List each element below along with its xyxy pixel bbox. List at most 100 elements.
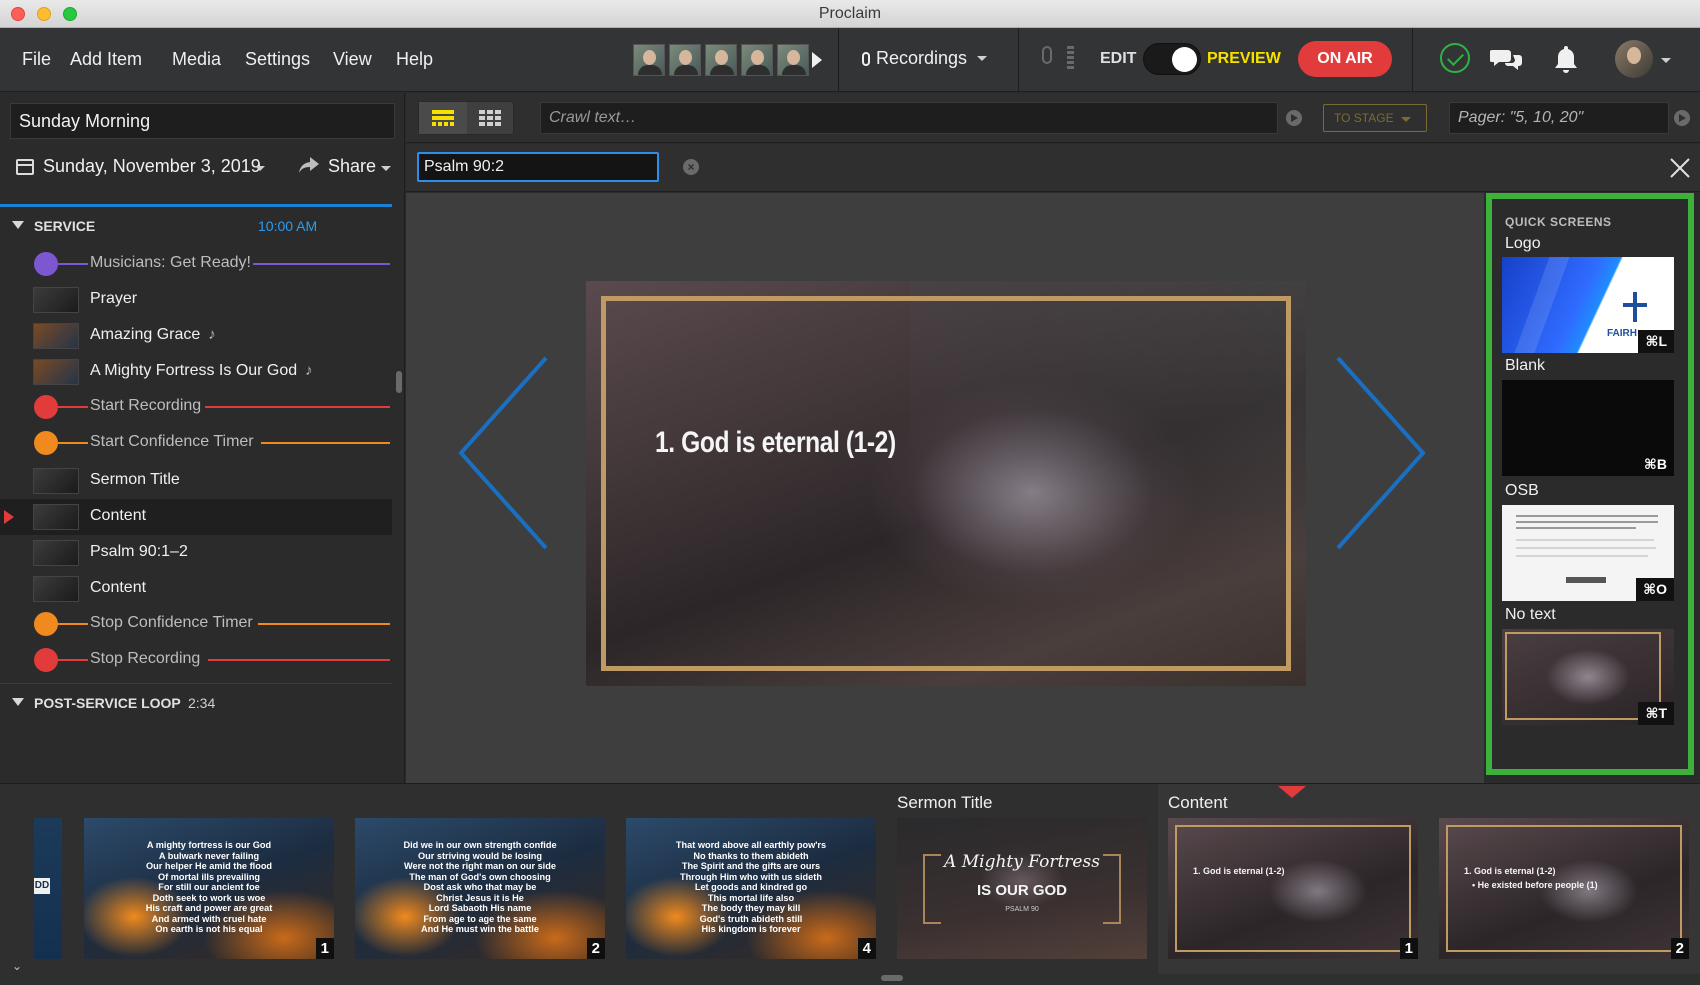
cross-logo-icon (1623, 303, 1647, 307)
remote-team-avatars[interactable] (633, 44, 809, 76)
to-stage-dropdown[interactable]: TO STAGE (1323, 104, 1427, 132)
send-crawl-arrow-icon[interactable] (1286, 110, 1302, 126)
slide-frame (1175, 825, 1411, 952)
preview-view-button[interactable] (419, 102, 467, 134)
share-icon[interactable] (298, 156, 320, 174)
section-header-service[interactable]: SERVICE 10:00 AM (0, 212, 392, 240)
service-item-stop-timer[interactable]: Stop Confidence Timer (0, 606, 392, 642)
service-item-mighty-fortress[interactable]: A Mighty Fortress Is Our God ♪ (0, 354, 392, 390)
play-icon[interactable] (812, 52, 822, 68)
edit-preview-toggle[interactable] (1143, 43, 1201, 75)
slide-thumbnail (33, 323, 79, 349)
osb-text-line (1516, 527, 1636, 529)
service-item-label: Start Recording (90, 397, 202, 414)
team-member-avatar[interactable] (669, 44, 701, 76)
search-input[interactable]: Psalm 90:2 (417, 152, 659, 182)
send-pager-arrow-icon[interactable] (1674, 110, 1690, 126)
presentation-name-field[interactable]: Sunday Morning (10, 103, 395, 139)
music-note-icon: ♪ (305, 362, 313, 379)
close-icon[interactable] (1668, 156, 1692, 180)
toggle-knob (1172, 47, 1197, 72)
filmstrip-resize-handle[interactable] (881, 975, 903, 981)
chevron-down-icon[interactable] (381, 166, 391, 171)
service-item-start-recording[interactable]: Start Recording (0, 389, 392, 425)
collapse-triangle-icon[interactable] (12, 698, 24, 706)
section-title: SERVICE (34, 218, 96, 234)
quick-screen-blank[interactable]: ⌘B (1502, 380, 1674, 476)
collapse-triangle-icon[interactable] (12, 221, 24, 229)
main-toolbar: File Add Item Media Settings View Help R… (0, 28, 1700, 92)
previous-slide-arrow-icon[interactable] (456, 353, 556, 553)
chevron-down-icon[interactable] (1661, 58, 1671, 63)
chat-icon[interactable] (1490, 47, 1522, 71)
chevron-down-icon[interactable] (255, 166, 265, 171)
on-air-button[interactable]: ON AIR (1298, 41, 1392, 77)
pager-input[interactable]: Pager: "5, 10, 20" (1449, 102, 1669, 134)
osb-text-line (1516, 521, 1658, 523)
slide-filmstrip: DD A mighty fortress is our God A bulwar… (0, 783, 1700, 985)
quick-screen-osb[interactable]: ⌘O (1502, 505, 1674, 601)
osb-text-line (1516, 539, 1654, 541)
team-member-avatar[interactable] (777, 44, 809, 76)
microphone-icon[interactable] (1042, 46, 1052, 64)
slide-frame (601, 296, 1291, 671)
service-item-label: Prayer (90, 290, 138, 307)
filmstrip-slide-sermon-title[interactable]: A Mighty Fortress IS OUR GOD PSALM 90 (897, 818, 1147, 959)
menu-media[interactable]: Media (172, 49, 221, 70)
menu-help[interactable]: Help (396, 49, 433, 70)
bell-icon[interactable] (1553, 44, 1579, 74)
toolbar-divider (838, 28, 839, 92)
cross-logo-icon (1633, 292, 1637, 322)
stop-icon (34, 648, 58, 672)
section-header-post-service[interactable]: POST-SERVICE LOOP 2:34 (0, 689, 392, 717)
service-item-content-selected[interactable]: Content (0, 499, 392, 535)
partial-slide-thumbnail[interactable]: DD (34, 818, 62, 959)
share-button[interactable]: Share (328, 156, 376, 177)
next-slide-arrow-icon[interactable] (1328, 353, 1428, 553)
menu-view[interactable]: View (333, 49, 372, 70)
service-item-musicians-cue[interactable]: Musicians: Get Ready! (0, 246, 392, 282)
filmstrip-slide[interactable]: Did we in our own strength confide Our s… (355, 818, 605, 959)
crawl-text-input[interactable]: Crawl text… (540, 102, 1278, 134)
team-member-avatar[interactable] (741, 44, 773, 76)
service-item-content[interactable]: Content (0, 571, 392, 607)
cue-line (261, 442, 390, 444)
service-item-amazing-grace[interactable]: Amazing Grace ♪ (0, 318, 392, 354)
filmstrip-slide-content[interactable]: 1. God is eternal (1-2) • He existed bef… (1439, 818, 1689, 959)
quick-screen-logo[interactable]: FAIRH ⌘L (1502, 257, 1674, 353)
edit-mode-label[interactable]: EDIT (1100, 50, 1136, 68)
service-item-prayer[interactable]: Prayer (0, 282, 392, 318)
calendar-icon[interactable] (16, 159, 34, 175)
search-row: Psalm 90:2 × (406, 144, 1700, 192)
clear-search-icon[interactable]: × (683, 159, 699, 175)
sidebar-scrollbar[interactable] (396, 371, 402, 393)
filmstrip-slide[interactable]: That word above all earthly pow'rs No th… (626, 818, 876, 959)
slide-number: 4 (857, 938, 876, 959)
to-stage-label: TO STAGE (1334, 111, 1394, 125)
user-avatar[interactable] (1615, 40, 1653, 78)
team-member-avatar[interactable] (705, 44, 737, 76)
expand-chevron-icon[interactable]: ⌄ (12, 959, 22, 973)
service-item-start-timer[interactable]: Start Confidence Timer (0, 425, 392, 461)
slide-text: 1. God is eternal (1-2) (655, 426, 896, 459)
service-date[interactable]: Sunday, November 3, 2019 (43, 156, 261, 177)
view-mode-toggle[interactable] (418, 101, 514, 135)
sync-status-check-icon[interactable] (1440, 43, 1470, 73)
section-start-time[interactable]: 10:00 AM (258, 218, 317, 234)
filmstrip-slide[interactable]: A mighty fortress is our God A bulwark n… (84, 818, 334, 959)
service-item-label: Amazing Grace ♪ (90, 326, 216, 343)
grid-view-icon[interactable] (479, 110, 501, 126)
menu-file[interactable]: File (22, 49, 51, 70)
quick-screen-no-text[interactable]: ⌘T (1502, 629, 1674, 725)
service-item-sermon-title[interactable]: Sermon Title (0, 463, 392, 499)
preview-mode-label[interactable]: PREVIEW (1207, 50, 1281, 68)
preview-view-icon (432, 110, 454, 126)
menu-add-item[interactable]: Add Item (70, 49, 142, 70)
team-member-avatar[interactable] (633, 44, 665, 76)
menu-settings[interactable]: Settings (245, 49, 310, 70)
service-item-stop-recording[interactable]: Stop Recording (0, 642, 392, 678)
service-item-psalm[interactable]: Psalm 90:1–2 (0, 535, 392, 571)
cue-line (58, 623, 88, 625)
recordings-menu[interactable]: Recordings (862, 48, 988, 69)
filmstrip-slide-content[interactable]: 1. God is eternal (1-2) 1 (1168, 818, 1418, 959)
